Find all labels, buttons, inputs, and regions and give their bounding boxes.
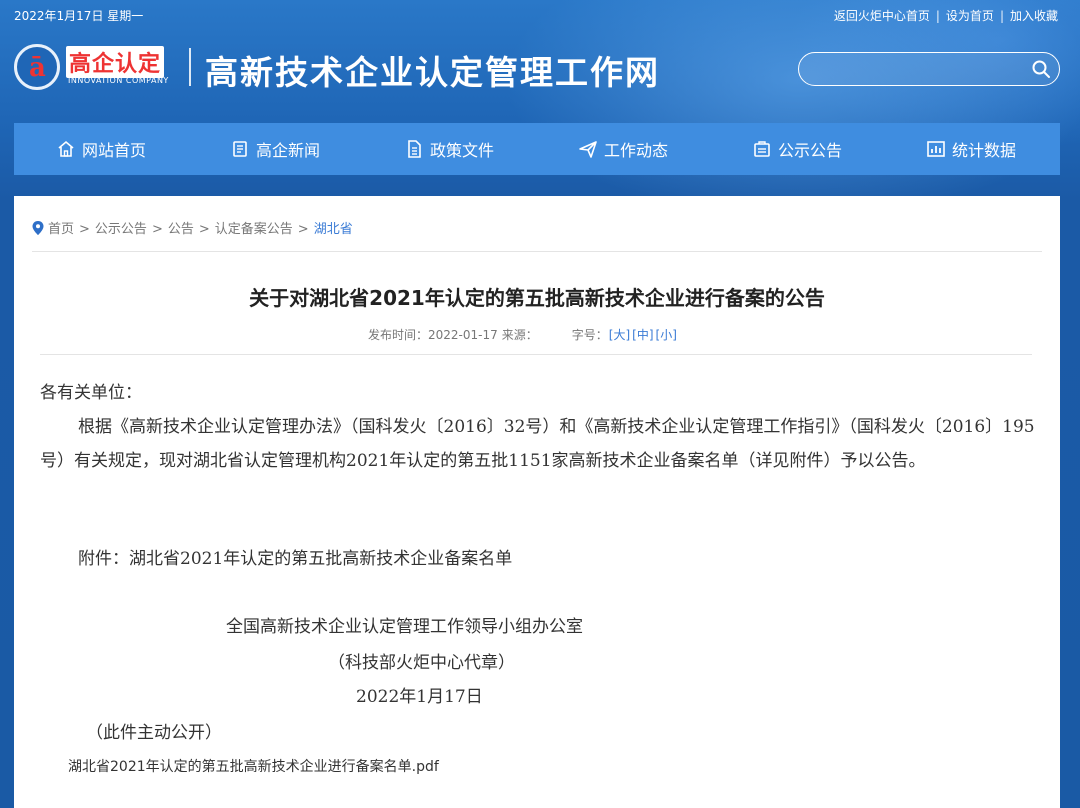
nav-item-work[interactable]: 工作动态 bbox=[578, 123, 668, 175]
site-logo[interactable]: ā 高企认定 INNOVATION COMPANY bbox=[14, 40, 194, 96]
home-icon bbox=[58, 140, 74, 157]
search-icon[interactable] bbox=[1031, 59, 1051, 79]
salutation: 各有关单位： bbox=[40, 383, 142, 403]
logo-divider bbox=[189, 48, 191, 86]
link-separator: | bbox=[999, 9, 1004, 23]
add-favorite-link[interactable]: 加入收藏 bbox=[1010, 9, 1058, 23]
current-date: 2022年1月17日 星期一 bbox=[14, 9, 144, 23]
disclosure-note: （此件主动公开） bbox=[86, 723, 222, 743]
breadcrumb-separator: > bbox=[297, 222, 309, 237]
nav-label: 工作动态 bbox=[604, 141, 669, 160]
top-bar: 2022年1月17日 星期一 返回火炬中心首页 | 设为首页 | 加入收藏 bbox=[0, 0, 1080, 28]
nav-item-notice[interactable]: 公示公告 bbox=[752, 123, 842, 175]
font-size-small-button[interactable]: [小] bbox=[656, 328, 677, 342]
logo-text-cn: 高企认定 bbox=[66, 46, 165, 78]
nav-label: 统计数据 bbox=[952, 141, 1017, 160]
nav-item-news[interactable]: 高企新闻 bbox=[230, 123, 320, 175]
source-label: 来源： bbox=[501, 328, 538, 342]
breadcrumb-separator: > bbox=[79, 222, 90, 237]
breadcrumb-filing[interactable]: 认定备案公告 bbox=[215, 222, 293, 237]
logo-text-en: INNOVATION COMPANY bbox=[68, 76, 169, 85]
publish-time: 发布时间：2022-01-17 bbox=[368, 328, 498, 342]
attachment-line: 附件：湖北省2021年认定的第五批高新技术企业备案名单 bbox=[78, 549, 513, 569]
nav-item-home[interactable]: 网站首页 bbox=[56, 123, 146, 175]
article-paragraph: 根据《高新技术企业认定管理办法》（国科发火〔2016〕32号）和《高新技术企业认… bbox=[40, 417, 1035, 471]
divider bbox=[32, 251, 1042, 252]
site-title: 高新技术企业认定管理工作网 bbox=[205, 53, 660, 92]
signature-sub: （科技部火炬中心代章） bbox=[328, 653, 515, 673]
breadcrumb-current[interactable]: 湖北省 bbox=[314, 222, 353, 237]
nav-item-stats[interactable]: 统计数据 bbox=[926, 123, 1016, 175]
logo-mark-icon: ā bbox=[14, 44, 60, 90]
breadcrumb-home[interactable]: 首页 bbox=[48, 222, 74, 237]
notice-icon bbox=[754, 141, 770, 157]
breadcrumb: 首页 > 公示公告 > 公告 > 认定备案公告 > 湖北省 bbox=[32, 218, 353, 237]
font-size-label: 字号： bbox=[571, 328, 608, 342]
link-separator: | bbox=[935, 9, 940, 23]
chart-icon bbox=[927, 141, 945, 157]
nav-label: 网站首页 bbox=[82, 141, 147, 160]
nav-label: 高企新闻 bbox=[256, 141, 321, 160]
search-box bbox=[798, 52, 1060, 86]
file-icon bbox=[408, 140, 421, 158]
breadcrumb-separator: > bbox=[198, 222, 210, 237]
divider bbox=[40, 354, 1032, 355]
main-nav: 网站首页 高企新闻 政策文件 工作动态 公示公告 统计数据 bbox=[14, 123, 1060, 175]
article-container: 首页 > 公示公告 > 公告 > 认定备案公告 > 湖北省 关于对湖北省2021年认定的第五批高… bbox=[14, 196, 1060, 808]
location-pin-icon bbox=[32, 221, 44, 235]
breadcrumb-announcements[interactable]: 公示公告 bbox=[95, 222, 147, 237]
back-to-torch-link[interactable]: 返回火炬中心首页 bbox=[834, 9, 930, 23]
document-icon bbox=[233, 141, 247, 157]
signature-date: 2022年1月17日 bbox=[356, 687, 483, 707]
breadcrumb-separator: > bbox=[151, 222, 163, 237]
breadcrumb-notice[interactable]: 公告 bbox=[168, 222, 194, 237]
attachment-file-link[interactable]: 湖北省2021年认定的第五批高新技术企业进行备案名单.pdf bbox=[68, 756, 439, 776]
nav-item-policy[interactable]: 政策文件 bbox=[404, 123, 494, 175]
article-meta: 发布时间：2022-01-17 来源： 字号：[大] [中] [小] bbox=[368, 326, 678, 343]
nav-label: 政策文件 bbox=[430, 141, 495, 160]
search-input[interactable] bbox=[813, 59, 1017, 81]
article-title: 关于对湖北省2021年认定的第五批高新技术企业进行备案的公告 bbox=[249, 286, 825, 310]
nav-label: 公示公告 bbox=[778, 141, 843, 160]
send-icon bbox=[579, 141, 597, 158]
font-size-medium-button[interactable]: [中] bbox=[632, 328, 653, 342]
top-links: 返回火炬中心首页 | 设为首页 | 加入收藏 bbox=[834, 7, 1058, 24]
font-size-large-button[interactable]: [大] bbox=[609, 328, 630, 342]
signature-org: 全国高新技术企业认定管理工作领导小组办公室 bbox=[226, 617, 583, 637]
set-homepage-link[interactable]: 设为首页 bbox=[946, 9, 994, 23]
